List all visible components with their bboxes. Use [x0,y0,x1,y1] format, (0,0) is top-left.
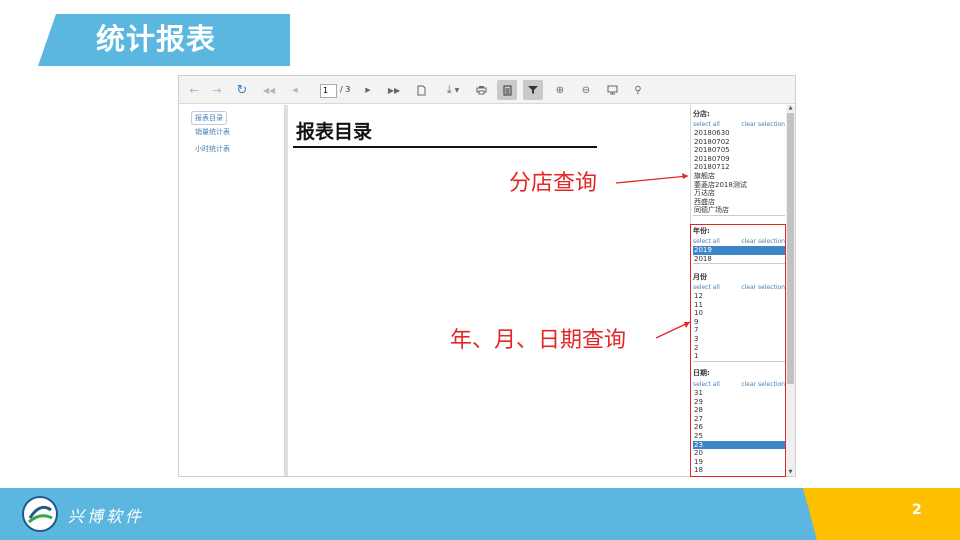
toc-icon[interactable] [497,80,517,100]
filter-scrollbar[interactable]: ▲ ▼ [786,105,795,476]
report-content: 报表目录 [296,117,372,144]
report-title: 报表目录 [296,121,373,143]
branch-list[interactable]: 20180630 20180702 20180705 20180709 2018… [693,129,785,216]
slide-title: 统计报表 [96,22,217,56]
date-arrow-icon [655,321,691,339]
list-item[interactable]: 20180709 [693,155,785,164]
new-page-icon[interactable] [411,80,431,100]
scroll-thumb[interactable] [787,113,794,384]
first-page-icon[interactable]: ◀◀ [259,80,279,100]
page-number-input[interactable]: 1 [320,84,337,98]
select-all-link[interactable]: select all [693,121,720,128]
branch-filter-label: 分店: [693,110,710,118]
list-item[interactable]: 20180712 [693,163,785,172]
page-total: / 3 [340,85,351,94]
undo-icon[interactable]: ← [184,80,204,100]
fullscreen-icon[interactable] [602,80,622,100]
search-icon[interactable]: ⚲ [628,80,648,100]
company-logo-icon [22,496,58,532]
panel-splitter[interactable] [285,105,288,476]
print-icon[interactable] [471,80,491,100]
download-icon[interactable]: ⤓ ▼ [440,80,466,100]
zoom-out-icon[interactable]: ⊖ [576,80,596,100]
last-page-icon[interactable]: ▶▶ [384,80,404,100]
branch-query-annotation: 分店查询 [509,171,598,196]
list-item[interactable]: 萎菱店2018测试 [693,181,785,190]
scroll-down-icon[interactable]: ▼ [786,469,795,475]
redo-icon[interactable]: → [207,80,227,100]
prev-page-icon[interactable]: ◀ [285,80,305,100]
zoom-in-icon[interactable]: ⊕ [550,80,570,100]
toc-item-sales-stats[interactable]: 销量统计表 [195,127,230,137]
clear-selection-link[interactable]: clear selection [741,121,785,128]
viewer-toolbar: ← → ↻ ◀◀ ◀ 1 / 3 ▶ ▶▶ ⤓ ▼ ⊕ ⊖ ⚲ [179,76,795,104]
filter-icon[interactable] [523,80,543,100]
scroll-up-icon[interactable]: ▲ [786,105,795,111]
branch-filter-actions: select all clear selection [693,121,785,128]
toc-panel: 报表目录 销量统计表 小时统计表 [179,105,285,476]
list-item[interactable]: 20180630 [693,129,785,138]
slide-page-number: 2 [912,502,922,518]
list-item[interactable]: 同德广场店 [693,206,785,215]
company-name: 兴博软件 [68,507,145,526]
refresh-icon[interactable]: ↻ [232,80,252,100]
toc-item-report-index[interactable]: 报表目录 [191,111,227,125]
list-item[interactable]: 20180702 [693,138,785,147]
list-item[interactable]: 20180705 [693,146,785,155]
footer-accent [803,488,960,540]
branch-arrow-icon [615,173,689,184]
date-query-annotation: 年、月、日期查询 [450,328,627,353]
list-item[interactable]: 旗舰店 [693,172,785,181]
title-underline [293,146,597,148]
next-page-icon[interactable]: ▶ [358,80,378,100]
date-filter-highlight [690,224,786,477]
toc-item-hourly-stats[interactable]: 小时统计表 [195,144,230,154]
list-item[interactable]: 万达店 [693,189,785,198]
